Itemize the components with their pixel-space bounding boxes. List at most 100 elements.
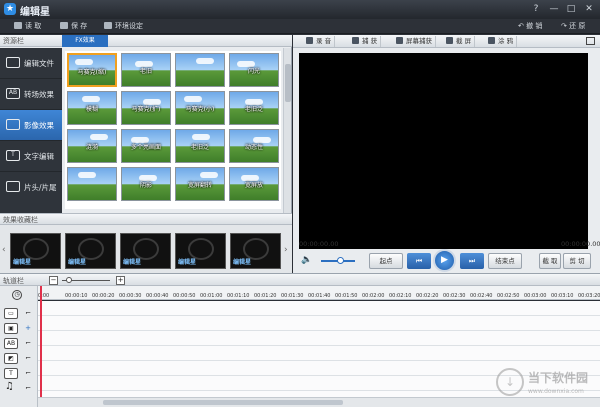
cut-button[interactable]: 截 取 xyxy=(539,253,561,269)
track-row[interactable] xyxy=(38,346,600,361)
sidebar-item-edit-file[interactable]: 编辑文件 xyxy=(0,48,62,79)
doodle-button[interactable]: 涂 鸦 xyxy=(485,36,518,47)
fav-item[interactable]: 编辑星 xyxy=(10,233,61,269)
lock-icon[interactable]: ⌐ xyxy=(24,339,32,347)
clock-icon[interactable]: ◷ xyxy=(12,290,22,300)
help-button[interactable]: ? xyxy=(530,3,542,15)
track-row[interactable] xyxy=(38,316,600,331)
effect-thumb[interactable] xyxy=(67,167,117,201)
minimize-button[interactable]: — xyxy=(548,3,560,15)
video-track-icon[interactable]: ▭ xyxy=(4,308,18,319)
track-row[interactable] xyxy=(38,301,600,316)
resource-title: 资源栏 xyxy=(3,37,24,45)
ruler-tick-label: 00:01:40 xyxy=(308,293,331,299)
menu-save[interactable]: 保 存 xyxy=(60,21,87,32)
effect-thumb-label: 闪光 xyxy=(247,68,260,75)
fav-prev-button[interactable]: ‹ xyxy=(2,243,8,257)
fav-item[interactable]: 编辑星 xyxy=(120,233,171,269)
redo-button[interactable]: ↷ 还 原 xyxy=(561,21,585,32)
screen-capture-button[interactable]: 屏幕捕获 xyxy=(393,36,436,47)
sidebar-item-transition[interactable]: AB 转场效果 xyxy=(0,79,62,110)
favorites-strip: ‹ 编辑星 编辑星 编辑星 编辑星 编辑星 › xyxy=(0,225,292,273)
sidebar-item-image-effect[interactable]: 影像效果 xyxy=(0,110,62,141)
effect-thumb[interactable]: 老旧 xyxy=(121,53,171,87)
zoom-in-button[interactable]: + xyxy=(116,276,125,285)
maximize-button[interactable]: □ xyxy=(565,3,577,15)
effect-thumb[interactable]: 宽屏放 xyxy=(229,167,279,201)
effect-thumb[interactable] xyxy=(175,53,225,87)
effect-thumb[interactable]: 动态性 xyxy=(229,129,279,163)
effect-thumb[interactable]: 宽屏翻转 xyxy=(175,167,225,201)
scrollbar-thumb[interactable] xyxy=(285,64,291,102)
effect-thumb-label: 多个亮画面 xyxy=(130,144,161,151)
scrollbar-thumb[interactable] xyxy=(103,400,343,405)
menu-settings[interactable]: 环境设定 xyxy=(104,21,143,32)
capture-button[interactable]: 捕 获 xyxy=(349,36,382,47)
camera-icon xyxy=(352,37,359,44)
image-track-icon[interactable]: ▣ xyxy=(4,323,18,334)
fav-item[interactable]: 编辑星 xyxy=(230,233,281,269)
menu-open[interactable]: 读 取 xyxy=(14,21,41,32)
effect-thumb[interactable]: 老旧泛 xyxy=(175,129,225,163)
sidebar: 编辑文件 AB 转场效果 影像效果 T 文字编辑 片头/片尾 xyxy=(0,48,62,213)
lock-icon[interactable]: ⌐ xyxy=(24,309,32,317)
zoom-knob[interactable] xyxy=(66,277,72,283)
effect-thumb[interactable]: 老旧泛 xyxy=(229,91,279,125)
effect-thumb[interactable]: 涟漪 xyxy=(67,129,117,163)
transition-track-icon[interactable]: AB xyxy=(4,338,18,349)
brush-icon xyxy=(488,37,495,44)
ruler-tick-label: 00:00:50 xyxy=(173,293,196,299)
zoom-out-button[interactable]: − xyxy=(49,276,58,285)
effect-thumb[interactable]: 多个亮画面 xyxy=(121,129,171,163)
thumb-scrollbar[interactable] xyxy=(283,48,291,213)
effect-thumb[interactable]: 马赛克(扩) xyxy=(121,91,171,125)
fav-next-button[interactable]: › xyxy=(284,243,290,257)
split-button[interactable]: 剪 切 xyxy=(563,253,591,269)
prev-frame-button[interactable]: ⏮ xyxy=(407,253,431,269)
set-start-button[interactable]: 起点 xyxy=(369,253,403,269)
fullscreen-icon[interactable] xyxy=(586,37,595,45)
capture-toolbar: 录 音 捕 获 屏幕捕获 截 屏 涂 鸦 xyxy=(293,35,600,48)
lock-icon[interactable]: ⌐ xyxy=(24,369,32,377)
screenshot-button[interactable]: 截 屏 xyxy=(443,36,476,47)
watermark: ↓ 当下软件园 www.downxia.com xyxy=(496,366,596,402)
microphone-icon xyxy=(306,37,313,44)
add-track-icon[interactable]: + xyxy=(24,324,32,332)
record-button[interactable]: 录 音 xyxy=(303,36,336,47)
fav-item[interactable]: 编辑星 xyxy=(65,233,116,269)
effect-track-icon[interactable]: ◩ xyxy=(4,353,18,364)
next-frame-button[interactable]: ⏭ xyxy=(460,253,484,269)
effect-thumb[interactable]: 马赛克(小) xyxy=(175,91,225,125)
ruler-tick-label: 00:02:40 xyxy=(470,293,493,299)
effect-thumb[interactable]: 阴影 xyxy=(121,167,171,201)
close-button[interactable]: ✕ xyxy=(583,3,595,15)
lock-icon[interactable]: ⌐ xyxy=(24,354,32,362)
sidebar-item-title-credits[interactable]: 片头/片尾 xyxy=(0,172,62,203)
music-track-icon[interactable]: ♫ xyxy=(5,381,14,392)
film-icon xyxy=(6,57,20,68)
timeline-header: 轨道栏 − + xyxy=(0,273,600,286)
play-button[interactable]: ▶ xyxy=(433,249,456,272)
image-effect-icon xyxy=(6,119,20,130)
fav-item[interactable]: 编辑星 xyxy=(175,233,226,269)
lock-icon[interactable]: ⌐ xyxy=(24,384,32,392)
ab-transition-icon: AB xyxy=(6,88,20,99)
sidebar-item-text-edit[interactable]: T 文字编辑 xyxy=(0,141,62,172)
text-track-icon[interactable]: T xyxy=(4,368,18,379)
effect-thumb[interactable]: 闪光 xyxy=(229,53,279,87)
volume-icon[interactable]: 🔈 xyxy=(301,255,312,265)
effect-thumb-label: 马赛克(扩) xyxy=(131,106,161,113)
ruler-tick-label: 00:00:30 xyxy=(119,293,142,299)
tab-fx[interactable]: FX效果 xyxy=(62,35,108,47)
effect-thumb-label: 动态性 xyxy=(244,144,263,151)
timecode-end: 00:00:00.00 xyxy=(561,240,600,248)
resource-header: 资源栏 FX效果 xyxy=(0,35,292,47)
set-end-button[interactable]: 结束点 xyxy=(488,253,522,269)
effect-thumb[interactable]: 模糊 xyxy=(67,91,117,125)
playhead[interactable] xyxy=(40,286,42,397)
volume-knob[interactable] xyxy=(337,257,344,264)
effect-thumb[interactable]: 马赛克(缩) xyxy=(67,53,117,87)
timeline-ruler[interactable]: 0:00 00:00:10 00:00:20 00:00:30 00:00:40 00:0… xyxy=(38,286,600,300)
undo-button[interactable]: ↶ 撤 销 xyxy=(518,21,542,32)
track-row[interactable] xyxy=(38,331,600,346)
